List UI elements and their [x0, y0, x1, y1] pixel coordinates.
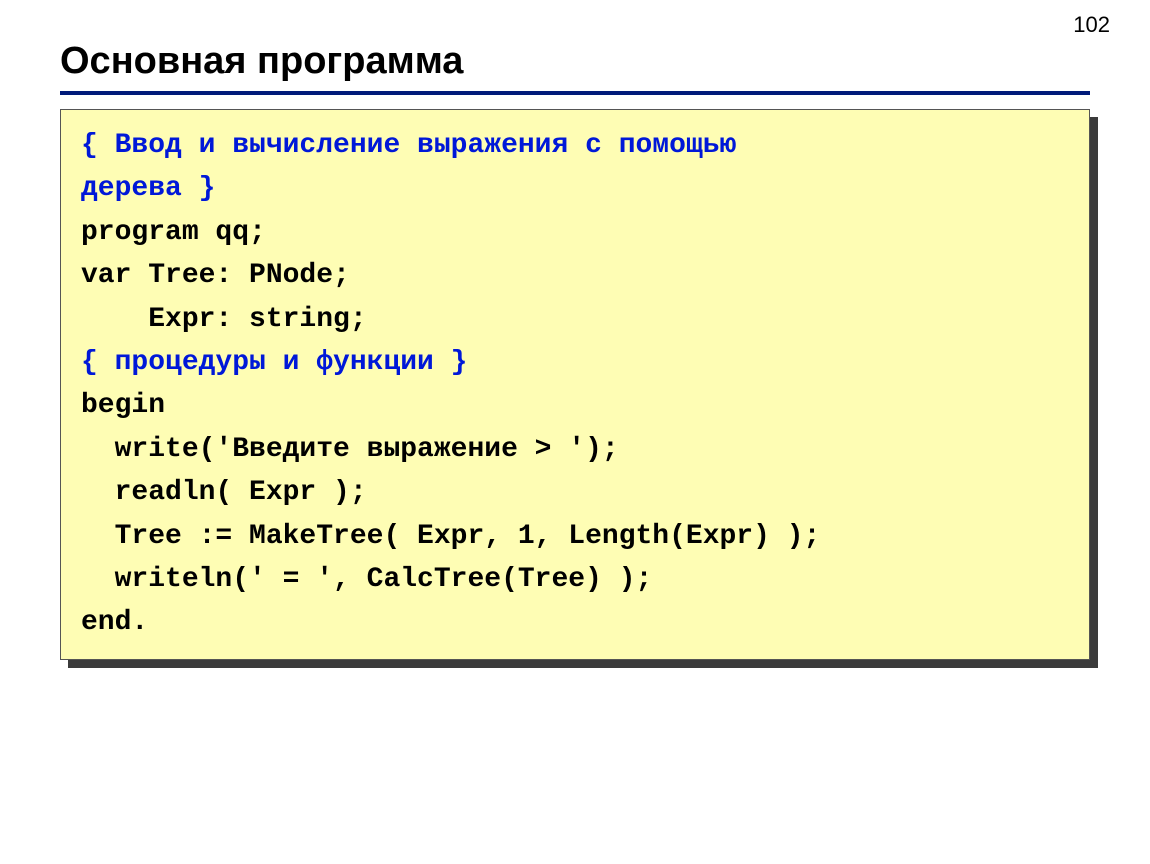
code-line: Expr: string; — [81, 304, 367, 335]
code-comment: { Ввод и вычисление выражения с помощью — [81, 130, 736, 161]
code-line: var Tree: PNode; — [81, 260, 350, 291]
code-line: readln( Expr ); — [81, 477, 367, 508]
code-line: Tree := MakeTree( Expr, 1, Length(Expr) … — [81, 521, 820, 552]
code-block: { Ввод и вычисление выражения с помощью … — [60, 109, 1090, 660]
code-line: begin — [81, 390, 165, 421]
page-number: 102 — [1073, 12, 1110, 38]
code-line: writeln(' = ', CalcTree(Tree) ); — [81, 564, 652, 595]
code-container: { Ввод и вычисление выражения с помощью … — [60, 109, 1090, 660]
slide-title: Основная программа — [60, 40, 1090, 83]
code-comment: { процедуры и функции } — [81, 347, 467, 378]
code-line: write('Введите выражение > '); — [81, 434, 619, 465]
code-comment: дерева } — [81, 173, 215, 204]
slide-content: Основная программа { Ввод и вычисление в… — [0, 0, 1150, 660]
code-line: end. — [81, 607, 148, 638]
code-line: program qq; — [81, 217, 266, 248]
title-divider — [60, 91, 1090, 95]
